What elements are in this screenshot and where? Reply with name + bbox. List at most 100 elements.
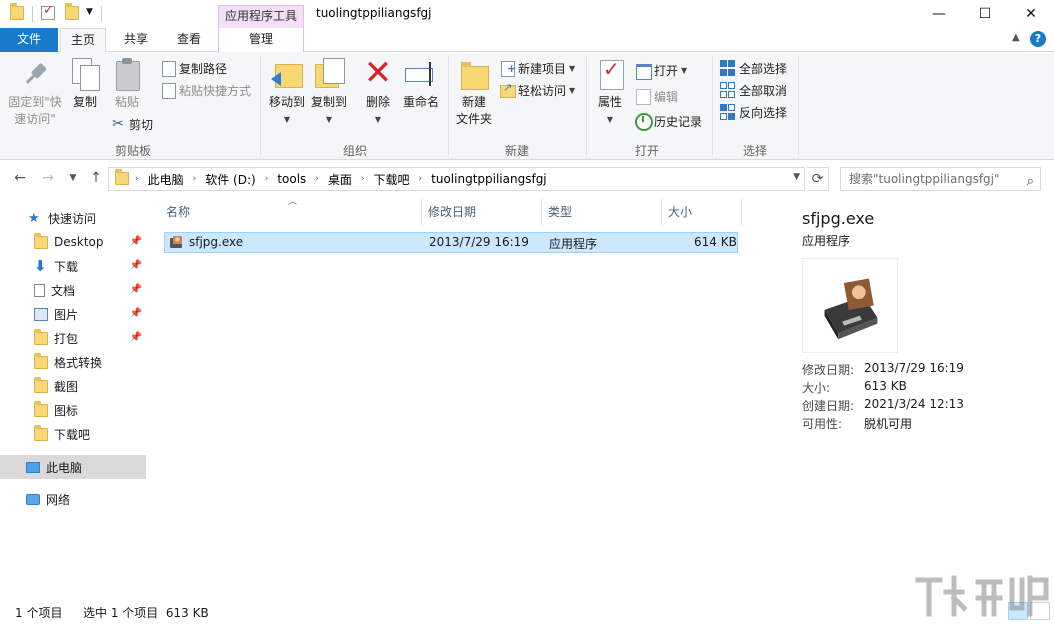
tab-manage[interactable]: 管理 [218, 28, 304, 52]
breadcrumb-chevron-icon[interactable]: › [193, 174, 197, 184]
group-label-select: 选择 [742, 144, 767, 158]
nav-item-documents[interactable]: 文档 📌 [0, 278, 146, 302]
search-icon[interactable]: ⌕ [1027, 171, 1034, 193]
pin-quick-access-button[interactable]: 固定到"快 速访问" [6, 58, 64, 128]
breadcrumb-item[interactable]: 桌面 [328, 171, 352, 188]
collapse-ribbon-icon[interactable]: ▲ [1012, 32, 1020, 43]
new-folder-icon [458, 58, 490, 90]
column-header-name[interactable]: 名称 [160, 198, 422, 226]
column-header-size[interactable]: 大小 [662, 198, 742, 226]
minimize-button[interactable]: — [916, 0, 962, 28]
properties-check-icon[interactable]: ✓ [41, 3, 55, 20]
breadcrumb-item[interactable]: tools [277, 172, 306, 186]
breadcrumb-chevron-icon[interactable]: › [265, 174, 269, 184]
tab-home[interactable]: 主页 [60, 28, 106, 53]
title-bar: ✓ ▼ 应用程序工具 tuolingtppiliangsfgj — ☐ ✕ [0, 0, 1054, 28]
copy-button[interactable]: 复制 [68, 58, 102, 111]
copy-to-button[interactable]: 复制到 ▼ [308, 58, 350, 128]
nav-quick-access[interactable]: ★ 快速访问 [0, 206, 146, 230]
rename-button[interactable]: 重命名 [400, 58, 442, 111]
up-button[interactable]: ↑ [86, 170, 106, 186]
edit-button[interactable]: 编辑 [635, 86, 678, 106]
search-input[interactable]: 搜索"tuolingtppiliangsfgj" ⌕ [840, 167, 1041, 191]
new-item-button[interactable]: 新建项目 ▼ [499, 58, 575, 78]
folder-icon [10, 3, 24, 20]
copy-path-button[interactable]: 复制路径 [160, 58, 227, 78]
breadcrumb-chevron-icon[interactable]: › [135, 174, 139, 184]
back-button[interactable]: ← [10, 170, 30, 186]
breadcrumb-item[interactable]: 此电脑 [148, 171, 184, 188]
select-none-label: 全部取消 [739, 83, 788, 98]
new-folder-label-line1: 新建 [461, 95, 486, 109]
column-header-type[interactable]: 类型 [542, 198, 662, 226]
delete-button[interactable]: ✕ 删除 ▼ [360, 53, 396, 128]
delete-x-icon: ✕ [363, 53, 393, 93]
paste-shortcut-button[interactable]: 粘贴快捷方式 [160, 80, 251, 100]
history-button[interactable]: 历史记录 [635, 111, 702, 131]
nav-this-pc[interactable]: 此电脑 [0, 455, 146, 479]
pin-icon[interactable]: 📌 [130, 260, 142, 271]
tab-file[interactable]: 文件 [0, 28, 58, 52]
address-bar[interactable]: › 此电脑 › 软件 (D:) › tools › 桌面 › 下载吧 › tuo… [108, 167, 805, 191]
pin-icon[interactable]: 📌 [130, 284, 142, 295]
details-prop-value: 613 KB [864, 379, 907, 393]
nav-label: 图标 [54, 403, 79, 418]
nav-item-pack[interactable]: 打包 📌 [0, 326, 146, 350]
nav-item-screenshots[interactable]: 截图 [0, 374, 146, 398]
copy-to-label: 复制到 [310, 95, 347, 109]
customize-toolbar-icon[interactable]: ▼ [86, 7, 93, 17]
group-label-organize: 组织 [342, 144, 367, 158]
pin-icon [12, 51, 57, 96]
nav-item-desktop[interactable]: Desktop 📌 [0, 230, 146, 254]
help-icon[interactable]: ? [1030, 31, 1046, 47]
folder-icon [34, 352, 48, 369]
nav-item-downloads[interactable]: ⬇ 下载 📌 [0, 254, 146, 278]
properties-button[interactable]: 属性 ▼ [592, 58, 628, 128]
new-folder-button[interactable]: 新建 文件夹 [453, 58, 495, 128]
address-dropdown-icon[interactable]: ▼ [793, 172, 800, 182]
breadcrumb-chevron-icon[interactable]: › [419, 174, 423, 184]
breadcrumb-chevron-icon[interactable]: › [361, 174, 365, 184]
maximize-button[interactable]: ☐ [962, 0, 1008, 28]
chevron-down-icon: ▼ [569, 85, 576, 95]
breadcrumb-chevron-icon[interactable]: › [315, 174, 319, 184]
paste-button[interactable]: 粘贴 [108, 58, 146, 111]
exe-app-icon [170, 236, 182, 248]
context-tab-group-label: 应用程序工具 [218, 5, 304, 28]
recent-locations-button[interactable]: ▼ [63, 173, 83, 183]
forward-button[interactable]: → [38, 170, 58, 186]
open-button[interactable]: 打开 ▼ [635, 60, 687, 80]
file-type: 应用程序 [549, 237, 598, 251]
close-button[interactable]: ✕ [1008, 0, 1054, 28]
copy-icon [69, 58, 101, 91]
breadcrumb-item[interactable]: 软件 (D:) [205, 171, 255, 188]
group-label-open: 打开 [634, 144, 659, 158]
refresh-button[interactable]: ⟳ [807, 167, 829, 191]
ribbon-tab-row: 文件 主页 共享 查看 管理 [0, 28, 1054, 53]
tab-view[interactable]: 查看 [164, 28, 214, 52]
pin-icon[interactable]: 📌 [130, 332, 142, 343]
select-all-button[interactable]: 全部选择 [720, 58, 787, 78]
tab-share[interactable]: 共享 [110, 28, 162, 52]
chevron-down-icon: ▼ [374, 115, 382, 124]
easy-access-button[interactable]: 轻松访问 ▼ [499, 80, 575, 100]
nav-item-xiazaiba[interactable]: 下载吧 [0, 422, 146, 446]
nav-item-pictures[interactable]: 图片 📌 [0, 302, 146, 326]
select-none-button[interactable]: 全部取消 [720, 80, 787, 100]
move-to-button[interactable]: 移动到 ▼ [266, 58, 308, 128]
group-divider [798, 56, 799, 156]
nav-item-format-convert[interactable]: 格式转换 [0, 350, 146, 374]
invert-selection-button[interactable]: 反向选择 [720, 102, 787, 122]
new-item-label: 新建项目 [518, 61, 567, 76]
pin-icon[interactable]: 📌 [130, 308, 142, 319]
new-folder-icon[interactable] [65, 3, 79, 20]
nav-item-icons[interactable]: 图标 [0, 398, 146, 422]
table-row[interactable]: sfjpg.exe 2013/7/29 16:19 应用程序 614 KB [164, 232, 738, 253]
breadcrumb-item[interactable]: 下载吧 [374, 171, 410, 188]
pin-icon[interactable]: 📌 [130, 236, 142, 247]
nav-network[interactable]: 网络 [0, 487, 146, 511]
column-header-modified[interactable]: 修改日期 [422, 198, 542, 226]
properties-label: 属性 [597, 95, 622, 109]
breadcrumb-item[interactable]: tuolingtppiliangsfgj [431, 172, 547, 186]
cut-button[interactable]: ✂ 剪切 [110, 114, 153, 134]
